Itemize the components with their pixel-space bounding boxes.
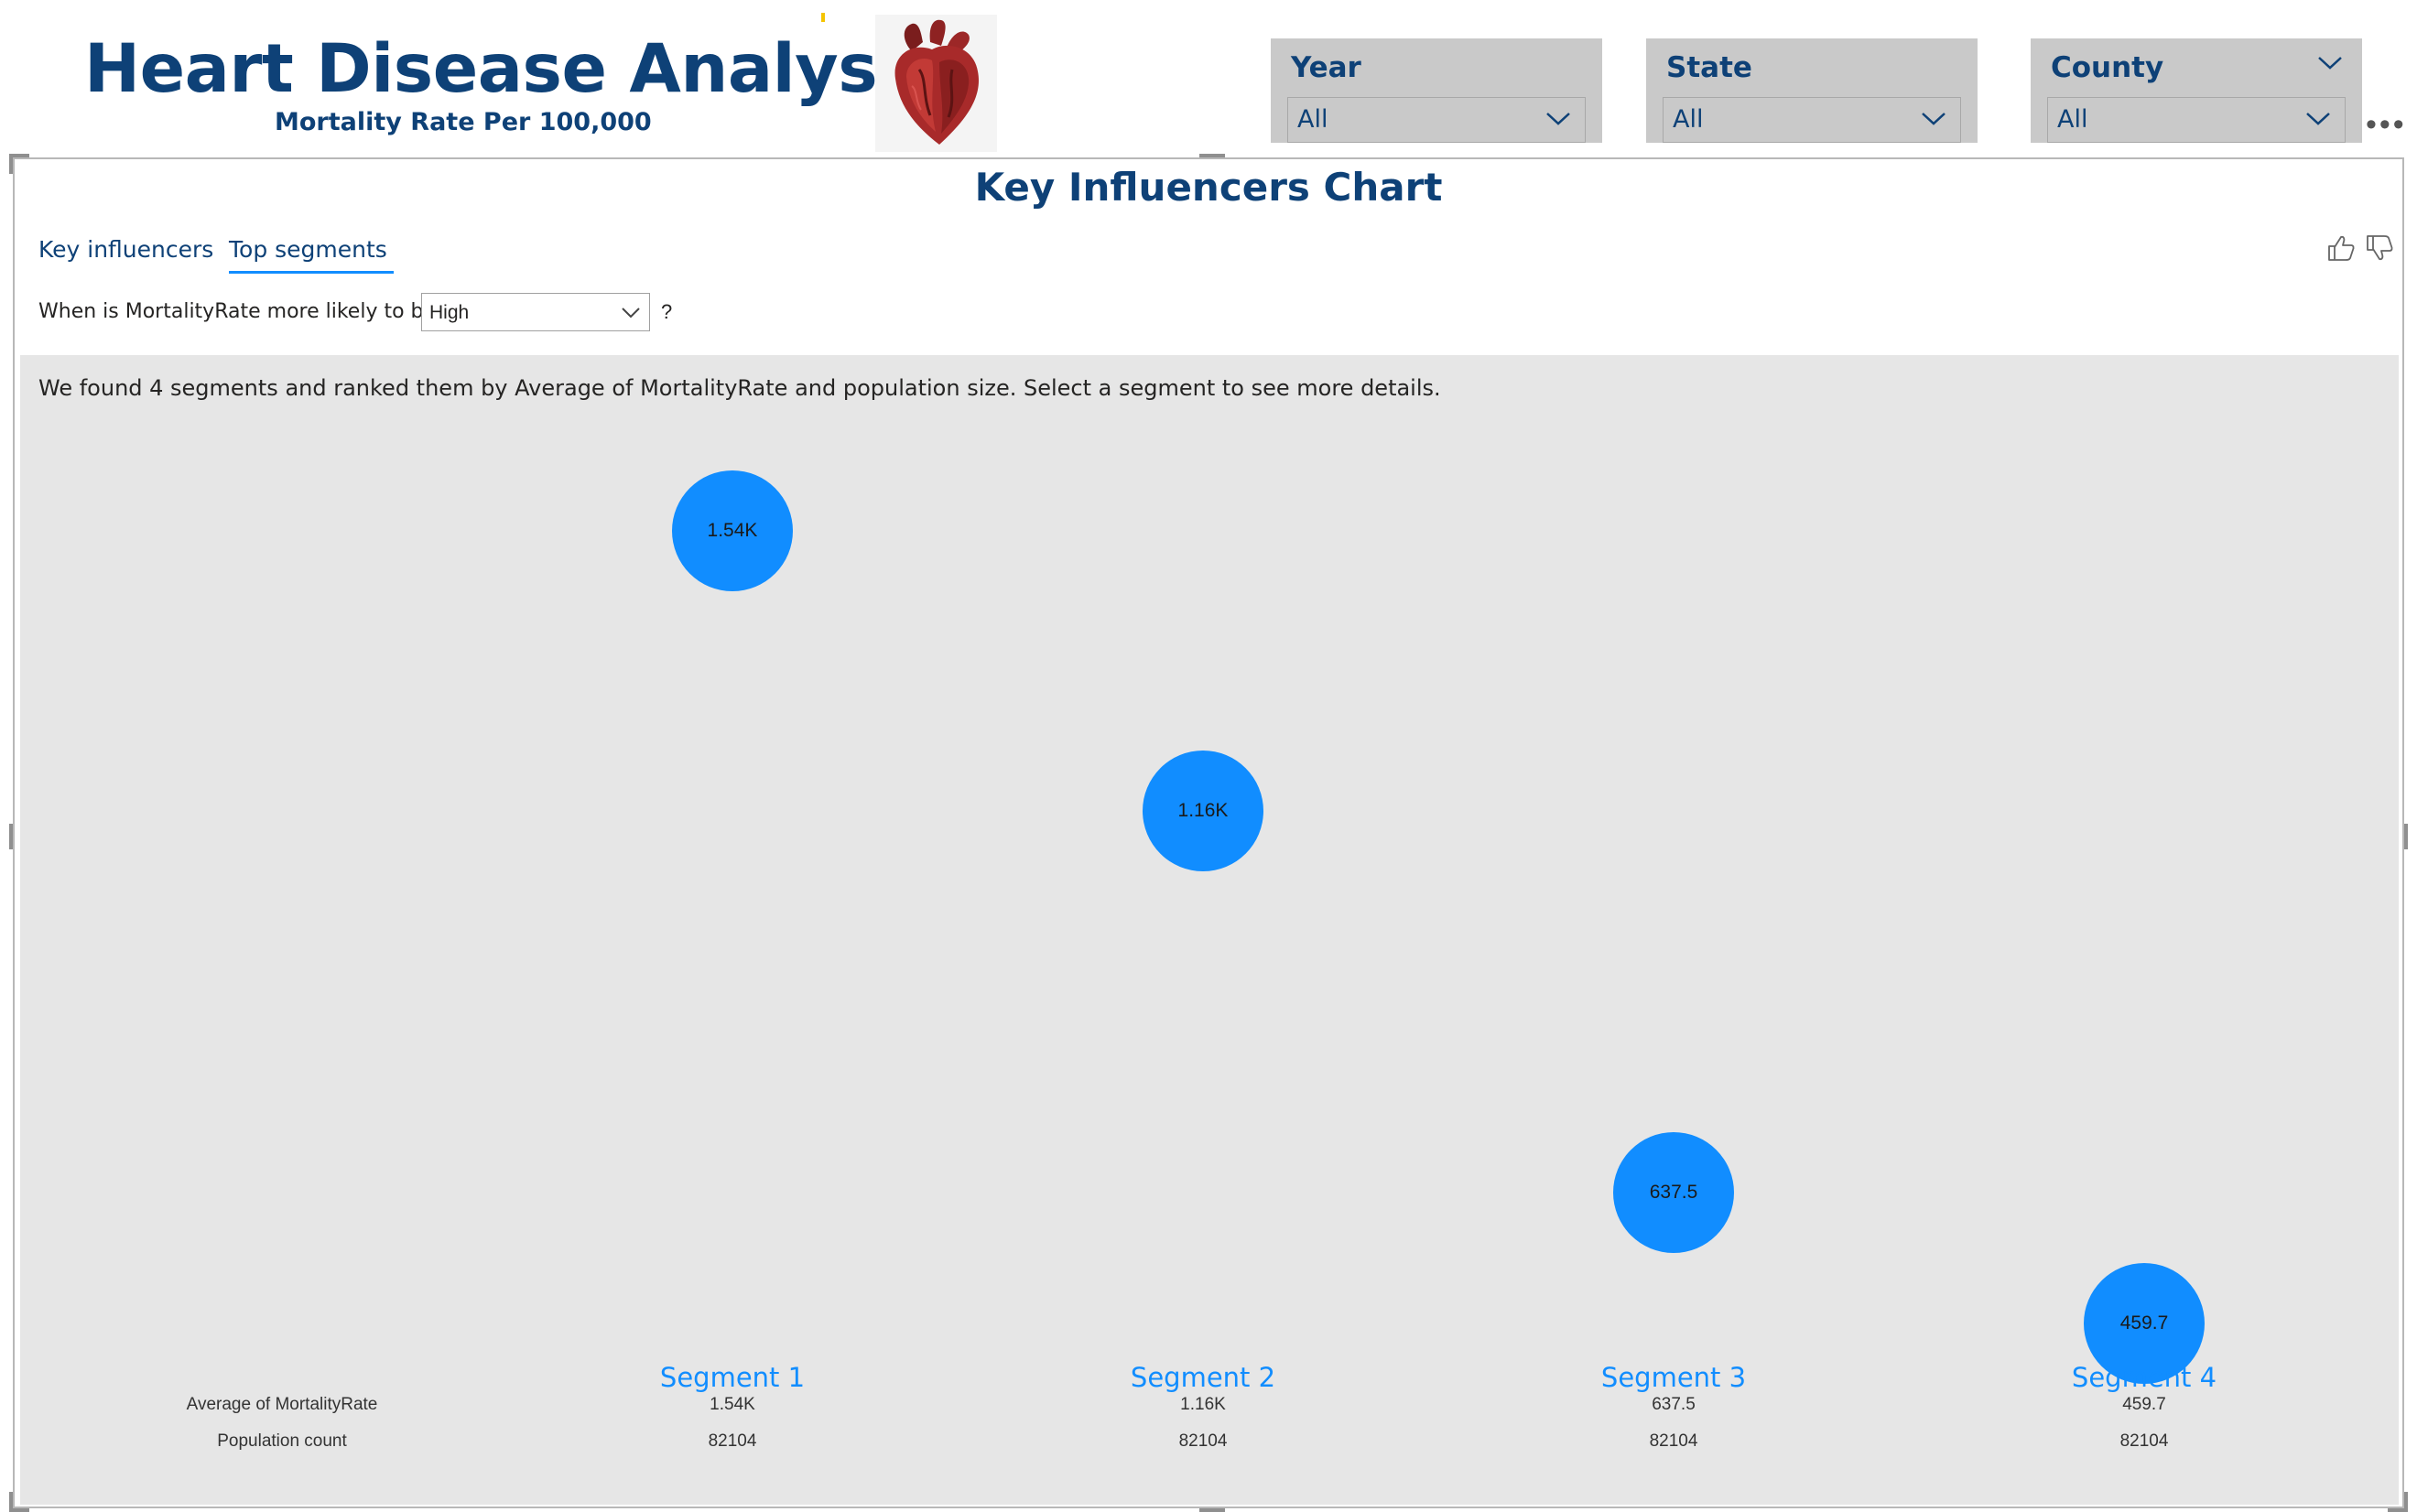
state-selected-value: All: [1673, 105, 1704, 134]
resize-handle[interactable]: [1199, 154, 1225, 157]
segment-average-value: 1.54K: [710, 1395, 755, 1414]
resize-handle[interactable]: [9, 1492, 13, 1512]
outcome-selected-value: High: [429, 302, 470, 323]
question-prompt: When is MortalityRate more likely to be: [38, 300, 437, 323]
tab-top-segments[interactable]: Top segments: [229, 236, 387, 263]
report-title: Heart Disease Analysis: [84, 30, 939, 108]
heart-image: [875, 15, 997, 152]
segment-population-value: 82104: [1649, 1431, 1698, 1451]
segments-description: We found 4 segments and ranked them by A…: [38, 375, 1441, 401]
county-dropdown[interactable]: All: [2047, 97, 2346, 143]
segment-average-value: 459.7: [2122, 1395, 2166, 1414]
chevron-down-icon[interactable]: [1544, 107, 1572, 129]
state-slicer[interactable]: State All: [1646, 38, 1978, 143]
resize-handle[interactable]: [1199, 1508, 1225, 1512]
year-dropdown[interactable]: All: [1287, 97, 1586, 143]
segment-label-1[interactable]: Segment 1: [623, 1362, 842, 1393]
year-slicer[interactable]: Year All: [1271, 38, 1602, 143]
segment-label-2[interactable]: Segment 2: [1093, 1362, 1313, 1393]
outcome-dropdown[interactable]: High: [421, 293, 650, 331]
segment-bubble-3[interactable]: 637.5: [1613, 1132, 1734, 1253]
key-influencers-visual: Key Influencers Chart Key influencers To…: [9, 154, 2408, 1512]
segment-label-4[interactable]: Segment 4: [2034, 1362, 2254, 1393]
county-slicer-title: County: [2051, 51, 2164, 84]
resize-handle[interactable]: [9, 154, 13, 174]
county-slicer[interactable]: County All: [2031, 38, 2362, 143]
resize-handle[interactable]: [2404, 824, 2408, 849]
thumbs-down-icon[interactable]: [2364, 232, 2395, 264]
year-selected-value: All: [1297, 105, 1328, 134]
chevron-down-icon[interactable]: [1920, 107, 1947, 129]
more-options-icon[interactable]: •••: [2366, 109, 2407, 140]
segment-population-value: 82104: [1178, 1431, 1228, 1451]
chevron-down-icon[interactable]: [2304, 107, 2332, 129]
year-slicer-title: Year: [1291, 51, 1361, 84]
visual-title: Key Influencers Chart: [974, 165, 1443, 210]
report-subtitle: Mortality Rate Per 100,000: [275, 108, 652, 136]
segment-label-3[interactable]: Segment 3: [1564, 1362, 1783, 1393]
segment-average-value: 1.16K: [1180, 1395, 1226, 1414]
segment-bubble-2[interactable]: 1.16K: [1143, 751, 1263, 871]
state-slicer-title: State: [1666, 51, 1752, 84]
segment-population-value: 82104: [2119, 1431, 2169, 1451]
segment-population-value: 82104: [708, 1431, 757, 1451]
row-label-population: Population count: [217, 1431, 347, 1451]
resize-handle[interactable]: [9, 824, 13, 849]
thumbs-up-icon[interactable]: [2325, 232, 2357, 264]
row-label-average: Average of MortalityRate: [186, 1395, 378, 1414]
active-tab-indicator: [229, 271, 394, 274]
state-dropdown[interactable]: All: [1663, 97, 1961, 143]
chevron-down-icon[interactable]: [620, 303, 642, 321]
tab-key-influencers[interactable]: Key influencers: [38, 236, 213, 263]
resize-handle[interactable]: [2404, 1492, 2408, 1512]
segment-bubble-1[interactable]: 1.54K: [672, 470, 793, 591]
segment-average-value: 637.5: [1652, 1395, 1696, 1414]
decorative-mark: [821, 13, 825, 22]
segments-panel: We found 4 segments and ranked them by A…: [20, 355, 2399, 1505]
county-selected-value: All: [2057, 105, 2088, 134]
question-mark: ?: [661, 300, 673, 323]
collapse-chevron-icon[interactable]: [2316, 51, 2344, 73]
